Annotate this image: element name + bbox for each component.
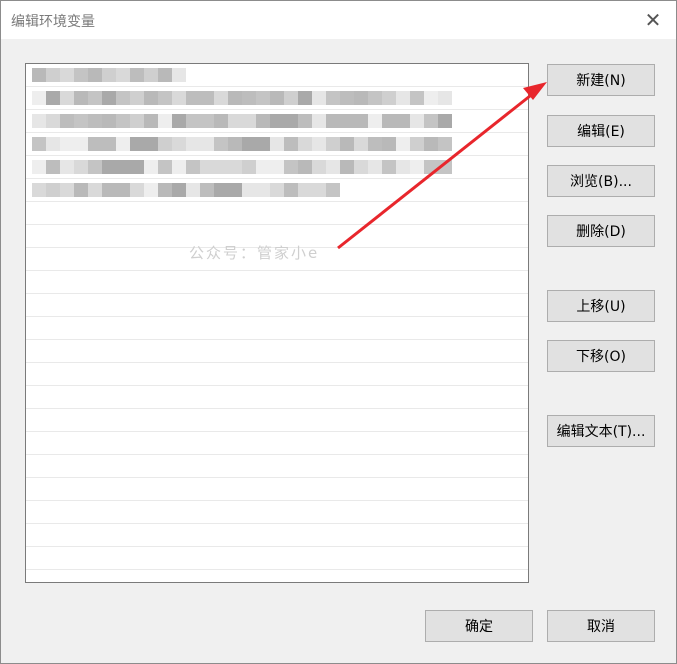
list-item[interactable] (26, 501, 528, 524)
list-item[interactable] (26, 156, 528, 179)
close-icon[interactable]: ✕ (630, 1, 676, 39)
edit-button[interactable]: 编辑(E) (547, 115, 655, 147)
browse-button[interactable]: 浏览(B)... (547, 165, 655, 197)
list-item[interactable] (26, 432, 528, 455)
cancel-button[interactable]: 取消 (547, 610, 655, 642)
blurred-path-text (32, 64, 186, 86)
watermark-text: 公众号：管家小e (189, 244, 320, 262)
list-item[interactable] (26, 386, 528, 409)
blurred-path-text (32, 179, 340, 201)
list-item[interactable] (26, 455, 528, 478)
list-item[interactable] (26, 294, 528, 317)
list-item[interactable] (26, 271, 528, 294)
env-var-list[interactable] (25, 63, 529, 583)
title-bar: 编辑环境变量 ✕ (1, 1, 676, 39)
list-item[interactable] (26, 202, 528, 225)
list-item[interactable] (26, 133, 528, 156)
dialog-title: 编辑环境变量 (11, 14, 95, 30)
list-item[interactable] (26, 547, 528, 570)
list-item[interactable] (26, 317, 528, 340)
blurred-path-text (32, 156, 452, 178)
blurred-path-text (32, 87, 452, 109)
list-item[interactable] (26, 110, 528, 133)
list-item[interactable] (26, 340, 528, 363)
move-down-button[interactable]: 下移(O) (547, 340, 655, 372)
edit-text-button[interactable]: 编辑文本(T)... (547, 415, 655, 447)
edit-env-var-dialog: 编辑环境变量 ✕ 公众号：管家小e 新建(N) 编辑(E) 浏览(B)... 删… (0, 0, 677, 664)
blurred-path-text (32, 133, 452, 155)
list-item[interactable] (26, 87, 528, 110)
delete-button[interactable]: 删除(D) (547, 215, 655, 247)
list-item[interactable] (26, 179, 528, 202)
list-item[interactable] (26, 524, 528, 547)
list-item[interactable] (26, 363, 528, 386)
list-item[interactable] (26, 409, 528, 432)
blurred-path-text (32, 110, 452, 132)
move-up-button[interactable]: 上移(U) (547, 290, 655, 322)
list-item[interactable] (26, 478, 528, 501)
ok-button[interactable]: 确定 (425, 610, 533, 642)
list-item[interactable] (26, 64, 528, 87)
new-button[interactable]: 新建(N) (547, 64, 655, 96)
